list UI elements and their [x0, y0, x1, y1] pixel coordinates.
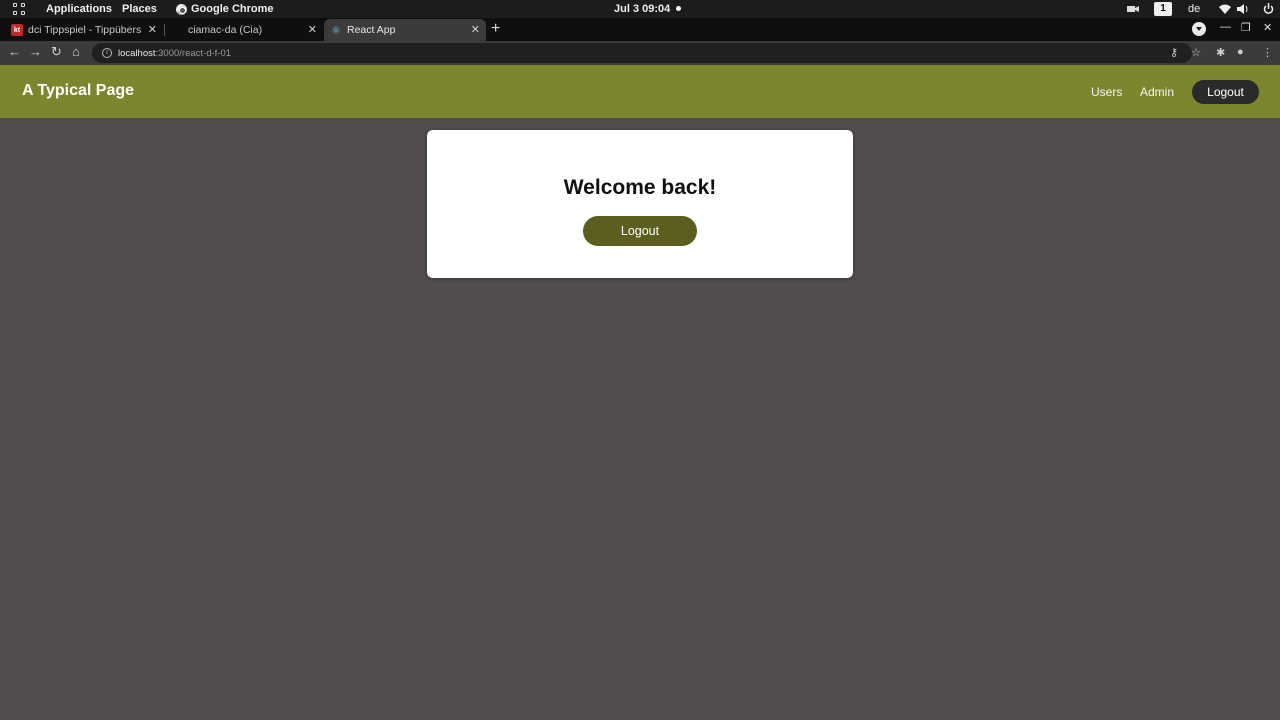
browser-toolbar: ← → ↻ ⌂ i localhost:3000/react-d-f-01 ⚷ … — [0, 41, 1280, 65]
tab-title: ciamac-da (Cia) — [188, 24, 263, 36]
active-app-label: Google Chrome — [191, 3, 274, 15]
profile-avatar-icon[interactable]: ● — [1237, 46, 1244, 58]
camera-icon[interactable] — [1127, 4, 1139, 14]
reload-icon[interactable]: ↻ — [51, 45, 62, 59]
nav-link-users[interactable]: Users — [1091, 85, 1122, 99]
clock[interactable]: Jul 3 09:04 — [614, 3, 670, 15]
restore-icon[interactable]: ❐ — [1241, 21, 1251, 34]
volume-icon[interactable] — [1237, 3, 1249, 15]
close-window-icon[interactable]: ✕ — [1263, 21, 1272, 34]
power-icon[interactable] — [1263, 3, 1274, 15]
extensions-icon[interactable]: ✱ — [1216, 46, 1225, 59]
tab-title: React App — [347, 24, 396, 36]
active-app-menu[interactable]: Google Chrome — [176, 3, 274, 15]
wifi-icon[interactable] — [1219, 4, 1231, 14]
tab-strip: kt dci Tippspiel - Tippübersi ✕ ciamac-d… — [0, 18, 1280, 41]
applications-menu[interactable]: Applications — [46, 3, 112, 15]
places-menu[interactable]: Places — [122, 3, 157, 15]
chrome-icon — [176, 3, 187, 15]
language-indicator[interactable]: de — [1188, 3, 1200, 15]
url-path: :3000/react-d-f-01 — [155, 47, 232, 59]
apps-grid-icon[interactable] — [13, 3, 25, 15]
bookmark-star-icon[interactable]: ☆ — [1191, 46, 1201, 59]
page-title: A Typical Page — [22, 82, 135, 99]
new-tab-icon[interactable]: + — [491, 20, 500, 38]
welcome-card: Welcome back! Logout — [427, 130, 853, 278]
url-host: localhost — [118, 47, 156, 59]
back-icon[interactable]: ← — [8, 45, 21, 59]
kt-favicon-icon: kt — [11, 24, 23, 36]
tab-close-icon[interactable]: ✕ — [308, 23, 317, 36]
address-bar[interactable]: i localhost:3000/react-d-f-01 — [92, 43, 1192, 63]
app-header: A Typical Page Users Admin Logout — [0, 65, 1280, 118]
github-favicon-icon — [171, 24, 183, 36]
tab-ciamac[interactable]: ciamac-da (Cia) ✕ — [165, 19, 323, 41]
welcome-heading: Welcome back! — [563, 176, 717, 199]
os-top-bar: Applications Places Google Chrome Jul 3 … — [0, 0, 1280, 18]
workspace-indicator[interactable]: 1 — [1154, 2, 1172, 16]
site-info-icon[interactable]: i — [102, 48, 112, 58]
tab-react-app[interactable]: ⚛ React App ✕ — [324, 19, 486, 41]
header-logout-button[interactable]: Logout — [1192, 80, 1259, 104]
nav-link-admin[interactable]: Admin — [1140, 85, 1174, 99]
chrome-menu-icon[interactable]: ⋮ — [1262, 46, 1273, 59]
minimize-icon[interactable]: — — [1220, 21, 1231, 33]
card-logout-button[interactable]: Logout — [583, 216, 697, 246]
notification-dot-icon — [676, 6, 681, 11]
tab-close-icon[interactable]: ✕ — [471, 23, 480, 36]
home-icon[interactable]: ⌂ — [72, 45, 80, 59]
tab-title: dci Tippspiel - Tippübersi — [28, 24, 142, 36]
tab-search-icon[interactable] — [1192, 22, 1206, 36]
forward-icon[interactable]: → — [29, 45, 42, 59]
tab-tippspiel[interactable]: kt dci Tippspiel - Tippübersi ✕ — [5, 19, 163, 41]
key-icon[interactable]: ⚷ — [1170, 46, 1178, 59]
tab-close-icon[interactable]: ✕ — [148, 23, 157, 36]
react-favicon-icon: ⚛ — [331, 24, 341, 37]
